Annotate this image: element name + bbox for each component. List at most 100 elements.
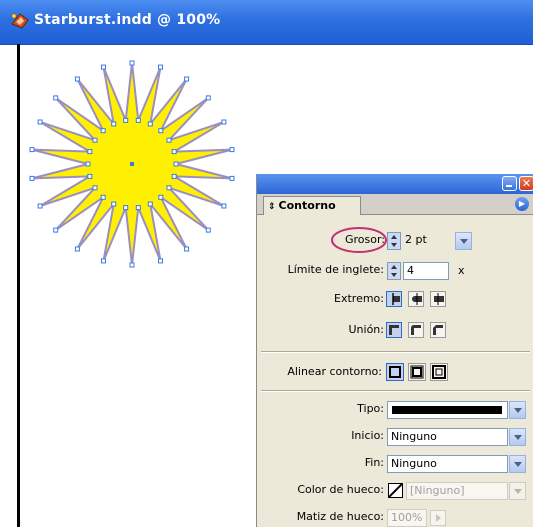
row-alinear-contorno: Alinear contorno: (257, 362, 533, 384)
bevel-join-icon[interactable] (430, 322, 446, 338)
anchor-point-handle[interactable] (92, 185, 98, 191)
anchor-point-handle[interactable] (101, 258, 106, 264)
grosor-value[interactable]: 2 pt (402, 232, 448, 250)
color-hueco-dropdown (509, 482, 526, 500)
row-color-hueco: Color de hueco: [Ninguno] (257, 480, 533, 502)
row-extremo: Extremo: (257, 289, 533, 311)
anchor-point-handle[interactable] (111, 201, 117, 207)
anchor-point-handle[interactable] (173, 161, 179, 167)
anchor-point-handle[interactable] (29, 175, 35, 181)
anchor-point-handle[interactable] (229, 147, 235, 153)
anchor-point-handle[interactable] (85, 161, 91, 167)
indesign-app-icon (11, 13, 29, 29)
inicio-label: Inicio: (351, 429, 384, 442)
center-point-handle[interactable] (130, 162, 134, 166)
matiz-hueco-input: 100% (387, 509, 427, 527)
document-title: Starburst.indd @ 100% (34, 12, 221, 28)
anchor-point-handle[interactable] (158, 194, 164, 200)
tipo-select[interactable] (387, 401, 508, 419)
tab-contorno[interactable]: ⇕ Contorno (263, 196, 361, 215)
limite-input[interactable]: 4 (403, 262, 449, 280)
inicio-select[interactable]: Ninguno (387, 428, 508, 446)
grosor-stepper[interactable] (387, 232, 401, 250)
anchor-point-handle[interactable] (87, 173, 93, 179)
anchor-point-handle[interactable] (158, 64, 163, 70)
row-grosor: Grosor: 2 pt (257, 227, 533, 253)
miter-join-icon[interactable] (386, 322, 402, 338)
matiz-hueco-label: Matiz de hueco: (296, 510, 384, 523)
anchor-point-handle[interactable] (184, 246, 190, 252)
inicio-dropdown[interactable] (509, 428, 526, 446)
anchor-point-handle[interactable] (123, 205, 129, 211)
solid-line-swatch (392, 406, 502, 414)
row-tipo: Tipo: (257, 399, 533, 421)
stroke-panel: ✕ ⇕ Contorno ▶ Grosor: 2 pt Límite de ing… (256, 174, 533, 527)
fin-select[interactable]: Ninguno (387, 455, 508, 473)
minimize-button[interactable] (502, 176, 517, 191)
color-hueco-label: Color de hueco: (297, 483, 384, 496)
anchor-point-handle[interactable] (221, 203, 227, 209)
row-fin: Fin: Ninguno (257, 453, 533, 475)
anchor-point-handle[interactable] (147, 201, 153, 207)
tipo-label: Tipo: (357, 402, 384, 415)
document-titlebar[interactable]: Starburst.indd @ 100% (0, 0, 533, 45)
anchor-point-handle[interactable] (87, 149, 93, 155)
anchor-point-handle[interactable] (29, 147, 35, 153)
tipo-dropdown[interactable] (509, 401, 526, 419)
anchor-point-handle[interactable] (74, 76, 80, 82)
tab-label: Contorno (278, 199, 336, 212)
row-inicio: Inicio: Ninguno (257, 426, 533, 448)
separator (261, 390, 530, 392)
anchor-point-handle[interactable] (166, 185, 172, 191)
close-button[interactable]: ✕ (519, 176, 533, 191)
fin-dropdown[interactable] (509, 455, 526, 473)
anchor-point-handle[interactable] (101, 64, 106, 70)
starburst-shape[interactable] (0, 44, 260, 304)
anchor-point-handle[interactable] (229, 175, 235, 181)
anchor-point-handle[interactable] (100, 194, 106, 200)
round-join-icon[interactable] (408, 322, 424, 338)
anchor-point-handle[interactable] (135, 205, 141, 211)
panel-tab-row: ⇕ Contorno ▶ (257, 194, 533, 215)
round-cap-icon[interactable] (408, 291, 424, 307)
limite-stepper[interactable] (387, 262, 401, 280)
anchor-point-handle[interactable] (123, 117, 129, 123)
row-union: Unión: (257, 320, 533, 342)
anchor-point-handle[interactable] (171, 173, 177, 179)
butt-cap-icon[interactable] (386, 291, 402, 307)
anchor-point-handle[interactable] (158, 258, 163, 264)
anchor-point-handle[interactable] (53, 95, 59, 101)
anchor-point-handle[interactable] (184, 76, 190, 82)
expand-arrows-icon: ⇕ (268, 202, 276, 212)
anchor-point-handle[interactable] (100, 128, 106, 134)
anchor-point-handle[interactable] (129, 262, 135, 268)
align-center-icon[interactable] (386, 363, 404, 381)
anchor-point-handle[interactable] (205, 227, 211, 233)
anchor-point-handle[interactable] (53, 227, 59, 233)
projecting-cap-icon[interactable] (430, 291, 446, 307)
panel-titlebar[interactable]: ✕ (257, 174, 533, 194)
anchor-point-handle[interactable] (205, 95, 211, 101)
anchor-point-handle[interactable] (92, 137, 98, 143)
panel-menu-button[interactable]: ▶ (515, 197, 529, 211)
anchor-point-handle[interactable] (147, 121, 153, 127)
anchor-point-handle[interactable] (221, 119, 227, 125)
anchor-point-handle[interactable] (74, 246, 80, 252)
anchor-point-handle[interactable] (166, 137, 172, 143)
none-swatch-icon (388, 483, 403, 498)
grosor-dropdown[interactable] (455, 232, 472, 250)
alinear-label: Alinear contorno: (287, 365, 382, 378)
anchor-point-handle[interactable] (37, 119, 43, 125)
anchor-point-handle[interactable] (37, 203, 43, 209)
anchor-point-handle[interactable] (158, 128, 164, 134)
align-inside-icon[interactable] (408, 363, 426, 381)
anchor-point-handle[interactable] (135, 117, 141, 123)
limite-unit: x (458, 264, 465, 277)
highlight-ring (331, 227, 387, 253)
align-outside-icon[interactable] (430, 363, 448, 381)
anchor-point-handle[interactable] (171, 149, 177, 155)
matiz-hueco-arrow-icon (430, 510, 446, 526)
anchor-point-handle[interactable] (129, 60, 135, 66)
anchor-point-handle[interactable] (111, 121, 117, 127)
color-hueco-select: [Ninguno] (406, 482, 508, 500)
